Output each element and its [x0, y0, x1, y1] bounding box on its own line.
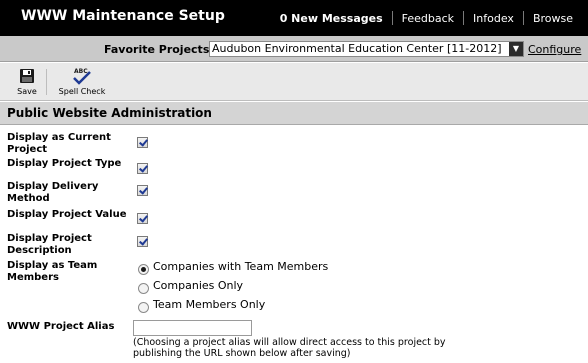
radio-label-team-members-only[interactable]: Team Members Only: [153, 298, 265, 311]
nav-feedback[interactable]: Feedback: [393, 12, 463, 25]
section-header: Public Website Administration: [0, 102, 588, 125]
section-title: Public Website Administration: [7, 106, 212, 120]
nav-infodex[interactable]: Infodex: [464, 12, 523, 25]
checkbox-project-type[interactable]: [137, 163, 148, 174]
field-label-delivery-method: Display Delivery Method: [7, 181, 99, 204]
spell-check-label: Spell Check: [58, 87, 106, 96]
spell-check-icon: ABC: [73, 68, 91, 85]
project-alias-help: (Choosing a project alias will allow dir…: [133, 337, 446, 359]
configure-link[interactable]: Configure: [528, 43, 581, 56]
nav-browse[interactable]: Browse: [524, 12, 582, 25]
field-label-team-members: Display as Team Members: [7, 260, 98, 283]
checkbox-delivery-method[interactable]: [137, 185, 148, 196]
radio-label-companies-with-team-members[interactable]: Companies with Team Members: [153, 260, 328, 273]
field-label-project-value: Display Project Value: [7, 209, 127, 220]
app-title: WWW Maintenance Setup: [21, 8, 225, 24]
nav-new-messages[interactable]: 0 New Messages: [271, 12, 392, 25]
favorites-bar: Favorite Projects Audubon Environmental …: [0, 36, 588, 62]
radio-companies-only[interactable]: [138, 283, 149, 294]
checkbox-current-project[interactable]: [137, 137, 148, 148]
field-label-project-description: Display Project Description: [7, 233, 92, 256]
spell-icon-text: ABC: [74, 68, 88, 75]
top-nav: 0 New Messages Feedback Infodex Browse: [271, 11, 582, 25]
save-label: Save: [17, 87, 37, 96]
floppy-disk-icon: [20, 69, 34, 83]
radio-label-companies-only[interactable]: Companies Only: [153, 279, 243, 292]
favorite-projects-select[interactable]: Audubon Environmental Education Center […: [209, 41, 524, 57]
radio-companies-with-team-members[interactable]: [138, 264, 149, 275]
favorite-projects-value: Audubon Environmental Education Center […: [212, 42, 502, 55]
checkbox-project-value[interactable]: [137, 213, 148, 224]
radio-team-members-only[interactable]: [138, 302, 149, 313]
spell-check-button[interactable]: ABC Spell Check: [52, 67, 112, 96]
field-label-project-alias: WWW Project Alias: [7, 321, 115, 332]
top-bar: WWW Maintenance Setup 0 New Messages Fee…: [0, 0, 588, 36]
toolbar: Save ABC Spell Check: [0, 63, 588, 101]
favorite-projects-label: Favorite Projects: [104, 43, 210, 56]
toolbar-divider: [46, 69, 47, 95]
field-label-current-project: Display as Current Project: [7, 132, 111, 155]
chevron-down-icon[interactable]: ▼: [509, 42, 523, 56]
project-alias-input[interactable]: [133, 320, 252, 336]
field-label-project-type: Display Project Type: [7, 158, 122, 169]
checkbox-project-description[interactable]: [137, 236, 148, 247]
save-button[interactable]: Save: [12, 67, 42, 96]
